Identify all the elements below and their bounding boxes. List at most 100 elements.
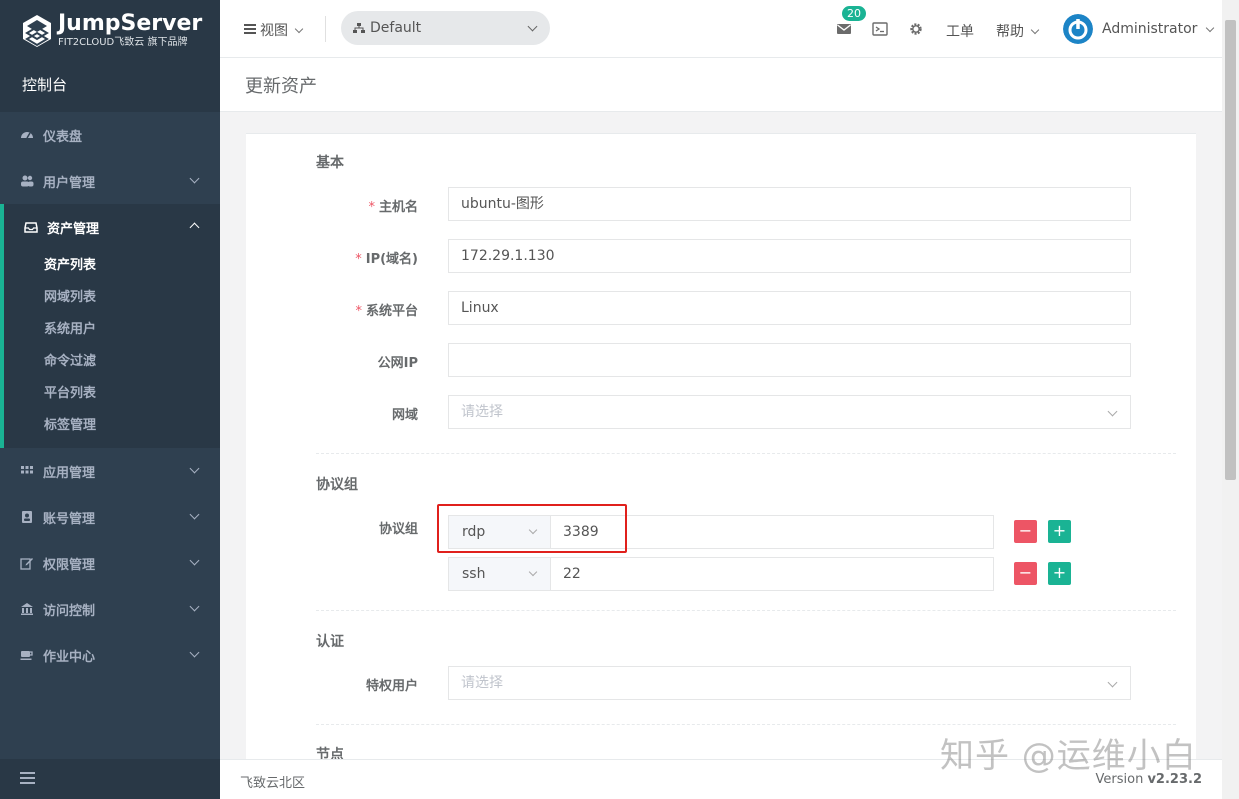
sidebar-item-job-center[interactable]: 作业中心	[0, 632, 220, 678]
ip-label: * IP(域名)	[355, 252, 418, 267]
sidebar-item-assets[interactable]: 资产管理	[0, 204, 220, 250]
sidebar-item-permissions[interactable]: 权限管理	[0, 540, 220, 586]
sidebar: JumpServer FIT2CLOUD飞致云 旗下品牌 控制台 仪表盘 用户管…	[0, 0, 220, 799]
divider	[325, 16, 326, 42]
page-header: 更新资产	[220, 58, 1222, 112]
sidebar-item-label: 账号管理	[43, 511, 96, 527]
console-title: 控制台	[22, 76, 68, 94]
submenu-item-label-management[interactable]: 标签管理	[4, 410, 220, 442]
chevron-down-icon	[1030, 25, 1040, 35]
brand: JumpServer FIT2CLOUD飞致云 旗下品牌 控制台	[0, 0, 220, 112]
protocol-row: ssh 22	[448, 557, 994, 591]
chevron-down-icon	[189, 173, 200, 184]
protocol-port-field[interactable]: 22	[551, 558, 581, 590]
edit-icon	[20, 558, 33, 570]
admin-user-placeholder: 请选择	[461, 675, 503, 691]
terminal-icon[interactable]	[872, 22, 888, 36]
admin-user-select[interactable]: 请选择	[448, 666, 1131, 700]
top-navbar: 视图 Default 20 工单 帮助 Administrator	[220, 0, 1239, 58]
view-menu-button[interactable]: 视图	[244, 20, 304, 40]
sidebar-item-label: 作业中心	[43, 649, 96, 665]
public-ip-field[interactable]	[448, 343, 1131, 377]
inbox-icon	[24, 222, 38, 233]
jumpserver-logo-icon	[23, 14, 51, 47]
platform-field[interactable]: Linux	[448, 291, 1131, 325]
divider	[316, 610, 1176, 611]
watermark: 知乎 @运维小白	[940, 736, 1197, 776]
sidebar-menu: 仪表盘 用户管理 资产管理 资产列表 网域列表 系统用户 命令过滤 平台列表 标…	[0, 112, 220, 678]
sidebar-item-users[interactable]: 用户管理	[0, 158, 220, 204]
section-basic-title: 基本	[316, 155, 344, 171]
submenu-item-command-filter[interactable]: 命令过滤	[4, 346, 220, 378]
protocol-select[interactable]: ssh	[449, 558, 551, 590]
divider	[316, 724, 1176, 725]
domain-select[interactable]: 请选择	[448, 395, 1131, 429]
brand-name: JumpServer	[58, 11, 203, 36]
submenu-item-system-users[interactable]: 系统用户	[4, 314, 220, 346]
domain-placeholder: 请选择	[461, 404, 503, 420]
public-ip-label: 公网IP	[377, 356, 418, 371]
protocol-group-label: 协议组	[378, 522, 418, 537]
address-book-icon	[22, 511, 32, 523]
avatar	[1063, 14, 1093, 44]
sidebar-item-accounts[interactable]: 账号管理	[0, 494, 220, 540]
message-count-badge: 20	[842, 6, 866, 21]
menu-icon	[244, 24, 256, 36]
sidebar-item-applications[interactable]: 应用管理	[0, 448, 220, 494]
sidebar-item-label: 仪表盘	[43, 129, 83, 145]
chevron-down-icon	[1107, 677, 1118, 688]
chevron-down-icon	[1206, 23, 1215, 32]
admin-user-label: 特权用户	[365, 679, 418, 694]
sidebar-item-label: 应用管理	[43, 465, 96, 481]
brand-tagline: FIT2CLOUD飞致云 旗下品牌	[58, 37, 188, 48]
chevron-down-icon	[189, 647, 200, 658]
footer-region: 飞致云北区	[240, 776, 306, 791]
chevron-up-icon	[189, 222, 200, 233]
submenu-item-domain-list[interactable]: 网域列表	[4, 282, 220, 314]
chevron-down-icon	[1107, 406, 1118, 417]
asset-form-card: 基本 * 主机名 ubuntu-图形 * IP(域名) 172.29.1.130 *…	[246, 133, 1196, 773]
organization-select[interactable]: Default	[341, 11, 550, 45]
remove-protocol-button[interactable]: −	[1014, 562, 1037, 585]
sidebar-item-access-control[interactable]: 访问控制	[0, 586, 220, 632]
chevron-down-icon	[189, 601, 200, 612]
mail-icon[interactable]	[836, 22, 852, 36]
asset-submenu: 资产列表 网域列表 系统用户 命令过滤 平台列表 标签管理	[0, 250, 220, 448]
help-menu[interactable]: 帮助	[996, 21, 1040, 41]
collapse-menu-icon[interactable]	[20, 772, 35, 784]
page-title: 更新资产	[245, 76, 317, 97]
hostname-field[interactable]: ubuntu-图形	[448, 187, 1131, 221]
scrollbar[interactable]	[1222, 0, 1239, 799]
add-protocol-button[interactable]: +	[1048, 520, 1071, 543]
grid-icon	[21, 466, 33, 474]
submenu-item-platform-list[interactable]: 平台列表	[4, 378, 220, 410]
divider	[316, 453, 1176, 454]
required-mark: *	[355, 304, 362, 319]
chevron-down-icon	[294, 24, 304, 33]
submenu-item-asset-list[interactable]: 资产列表	[4, 250, 220, 282]
remove-protocol-button[interactable]: −	[1014, 520, 1037, 543]
scrollbar-thumb[interactable]	[1225, 20, 1236, 480]
required-mark: *	[368, 200, 375, 215]
sidebar-footer	[0, 759, 220, 799]
users-icon	[21, 175, 34, 187]
ip-field[interactable]: 172.29.1.130	[448, 239, 1131, 273]
logo[interactable]: JumpServer FIT2CLOUD飞致云 旗下品牌	[22, 12, 202, 49]
coffee-icon	[20, 651, 33, 660]
sidebar-item-dashboard[interactable]: 仪表盘	[0, 112, 220, 158]
sidebar-item-label: 用户管理	[43, 175, 96, 191]
dashboard-icon	[21, 132, 33, 139]
sidebar-item-label: 访问控制	[43, 603, 96, 619]
chevron-down-icon	[189, 463, 200, 474]
chevron-down-icon	[527, 21, 538, 32]
building-icon	[21, 603, 33, 615]
add-protocol-button[interactable]: +	[1048, 562, 1071, 585]
hostname-label: * 主机名	[368, 200, 418, 215]
ticket-link[interactable]: 工单	[946, 21, 974, 41]
organization-label: Default	[370, 20, 422, 36]
section-auth-title: 认证	[316, 634, 344, 650]
help-label: 帮助	[996, 24, 1024, 40]
user-menu[interactable]: Administrator	[1063, 14, 1215, 44]
required-mark: *	[355, 252, 362, 267]
gear-icon[interactable]	[908, 22, 924, 36]
